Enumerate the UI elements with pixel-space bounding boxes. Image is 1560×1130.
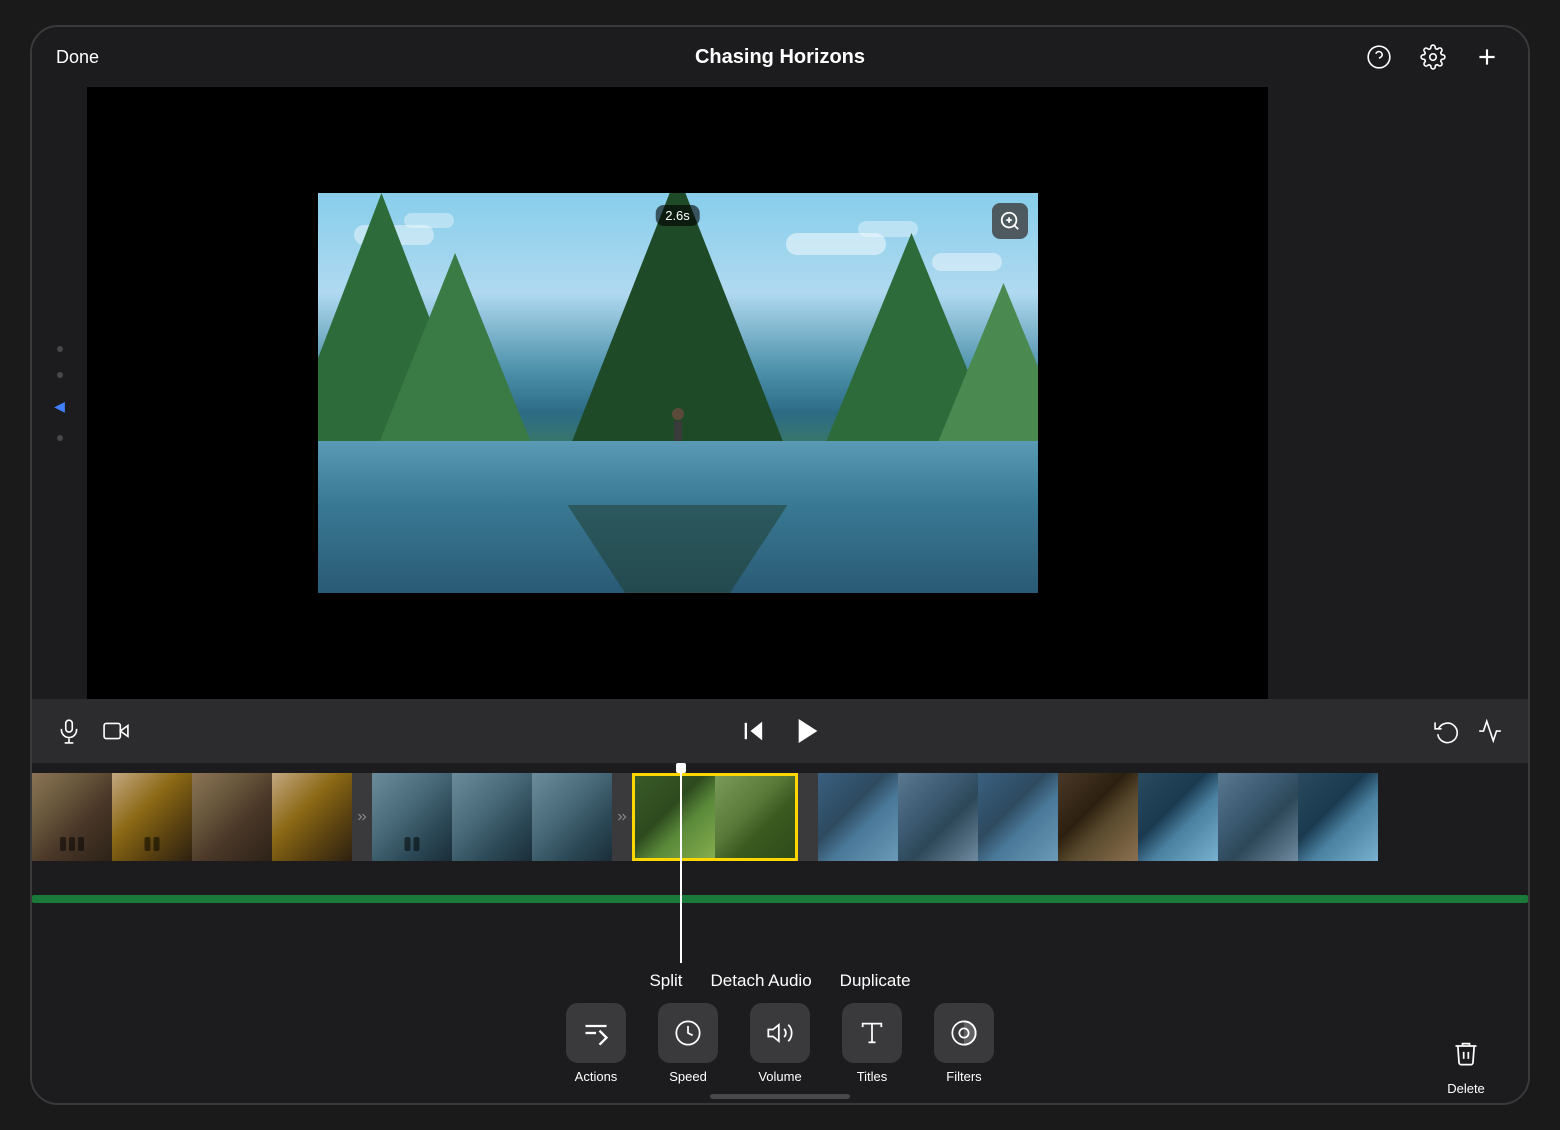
film-clip-3[interactable]	[818, 773, 1138, 861]
transition-2[interactable]	[612, 773, 632, 861]
toolbar-item-filters[interactable]: Filters	[924, 1003, 1004, 1084]
film-frame-14	[1138, 773, 1218, 861]
transition-3[interactable]	[798, 773, 818, 861]
person-silhouette	[672, 408, 684, 441]
help-button[interactable]	[1362, 40, 1396, 74]
film-frame-12	[978, 773, 1058, 861]
film-frame-1	[32, 773, 112, 861]
microphone-button[interactable]	[56, 718, 82, 744]
top-bar: Done Chasing Horizons	[32, 27, 1528, 87]
volume-label: Volume	[758, 1069, 801, 1084]
top-bar-right	[1304, 40, 1504, 74]
speed-icon-box	[658, 1003, 718, 1063]
person-body	[674, 421, 682, 441]
filmstrip	[32, 773, 1378, 861]
left-sidebar: ◀	[32, 87, 87, 699]
delete-icon-box	[1444, 1031, 1488, 1075]
bottom-toolbar: Split Detach Audio Duplicate Actions	[32, 963, 1528, 1103]
sidebar-dot-2	[57, 372, 63, 378]
toolbar-item-titles[interactable]: Titles	[832, 1003, 912, 1084]
project-title: Chasing Horizons	[695, 46, 865, 69]
toolbar-item-speed[interactable]: Speed	[648, 1003, 728, 1084]
detach-audio-button[interactable]: Detach Audio	[711, 971, 812, 991]
sidebar-dot-1	[57, 346, 63, 352]
duplicate-button[interactable]: Duplicate	[840, 971, 911, 991]
delete-label: Delete	[1447, 1081, 1485, 1096]
actions-label: Actions	[575, 1069, 618, 1084]
thumb-people-1	[60, 837, 84, 851]
actions-icon-box	[566, 1003, 626, 1063]
home-indicator-bar	[710, 1094, 850, 1099]
film-frame-5	[372, 773, 452, 861]
top-bar-left: Done	[56, 47, 256, 68]
controls-right	[1434, 718, 1504, 744]
transition-1[interactable]	[352, 773, 372, 861]
skip-back-button[interactable]	[740, 717, 768, 745]
person-head	[672, 408, 684, 420]
film-clip-4[interactable]	[1138, 773, 1378, 861]
film-frame-2	[112, 773, 192, 861]
zoom-button[interactable]	[992, 203, 1028, 239]
film-frame-9	[715, 776, 795, 861]
toolbar-item-volume[interactable]: Volume	[740, 1003, 820, 1084]
film-frame-3	[192, 773, 272, 861]
thumb-people-3	[405, 837, 420, 851]
timestamp-badge: 2.6s	[655, 205, 700, 226]
controls-center	[150, 715, 1414, 747]
speed-label: Speed	[669, 1069, 707, 1084]
toolbar-items: Actions Speed	[32, 1003, 1528, 1084]
volume-icon-box	[750, 1003, 810, 1063]
sidebar-dot-3	[57, 435, 63, 441]
film-frame-7	[532, 773, 612, 861]
preview-area: 2.6s	[87, 87, 1268, 699]
video-preview: 2.6s	[318, 193, 1038, 593]
cloud-2	[404, 213, 454, 228]
titles-icon-box	[842, 1003, 902, 1063]
filters-label: Filters	[946, 1069, 981, 1084]
film-frame-6	[452, 773, 532, 861]
camera-button[interactable]	[102, 718, 130, 744]
split-button[interactable]: Split	[649, 971, 682, 991]
film-clip-1[interactable]	[32, 773, 352, 861]
audio-track	[32, 895, 1528, 903]
film-clip-selected[interactable]	[632, 773, 798, 861]
toolbar-item-actions[interactable]: Actions	[556, 1003, 636, 1084]
film-frame-11	[898, 773, 978, 861]
audio-wave-button[interactable]	[1476, 718, 1504, 744]
water-reflection	[318, 441, 1038, 593]
film-frame-4	[272, 773, 352, 861]
sidebar-arrow[interactable]: ◀	[54, 398, 65, 415]
main-content: ◀	[32, 87, 1528, 699]
cloud-4	[858, 221, 918, 237]
done-button[interactable]: Done	[56, 47, 99, 68]
device-frame: Done Chasing Horizons	[30, 25, 1530, 1105]
titles-label: Titles	[857, 1069, 888, 1084]
film-frame-13	[1058, 773, 1138, 861]
context-actions: Split Detach Audio Duplicate	[649, 971, 910, 991]
settings-button[interactable]	[1416, 40, 1450, 74]
film-frame-15	[1218, 773, 1298, 861]
video-background	[318, 193, 1038, 593]
mountain-reflection	[568, 505, 788, 593]
add-button[interactable]	[1470, 40, 1504, 74]
film-frame-8	[635, 776, 715, 861]
timeline-area[interactable]	[32, 763, 1528, 963]
film-frame-10	[818, 773, 898, 861]
delete-button[interactable]: Delete	[1444, 1031, 1488, 1096]
playhead	[680, 763, 682, 963]
filters-icon-box	[934, 1003, 994, 1063]
thumb-people-2	[145, 837, 160, 851]
undo-button[interactable]	[1434, 718, 1460, 744]
cloud-5	[932, 253, 1002, 271]
right-sidebar	[1268, 87, 1528, 699]
film-clip-2[interactable]	[372, 773, 612, 861]
controls-bar	[32, 699, 1528, 763]
play-button[interactable]	[792, 715, 824, 747]
film-frame-16	[1298, 773, 1378, 861]
